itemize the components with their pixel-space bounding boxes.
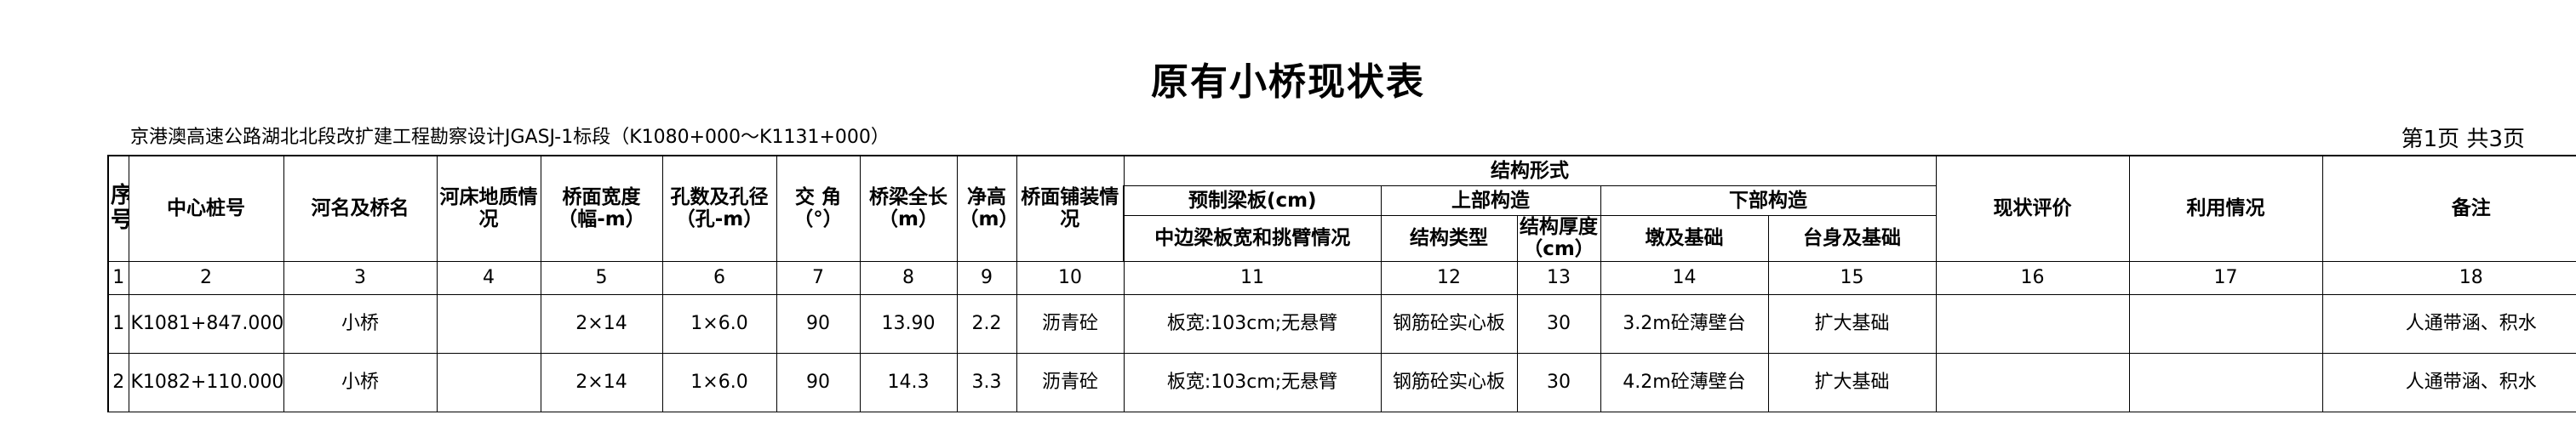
header-remarks: 备注 (2321, 154, 2576, 262)
cell-spans: 1×6.0 (661, 293, 777, 354)
header-clear-height: 净高（m） (956, 154, 1017, 262)
table-row: 1 K1081+847.000 小桥 2×14 1×6.0 90 13.90 2… (107, 293, 2576, 354)
header-slab-width-cantilever: 中边梁板宽和挑臂情况 (1123, 215, 1382, 262)
header-superstructure: 上部构造 (1380, 185, 1601, 216)
header-spans: 孔数及孔径（孔-m） (661, 154, 777, 262)
cell-seq: 1 (107, 293, 129, 354)
column-number: 3 (283, 260, 438, 295)
column-number: 1 (107, 260, 129, 295)
column-number: 13 (1516, 260, 1601, 295)
cell-evaluation (1935, 352, 2130, 412)
column-number: 16 (1935, 260, 2130, 295)
header-structure-type: 结构类型 (1380, 215, 1518, 262)
cell-remarks: 人通带涵、积水 (2321, 293, 2576, 354)
header-utilization: 利用情况 (2128, 154, 2323, 262)
cell-clear-height: 2.2 (956, 293, 1017, 354)
cell-pier: 3.2m砼薄壁台 (1600, 293, 1769, 354)
cell-abutment: 扩大基础 (1767, 293, 1937, 354)
column-number: 15 (1767, 260, 1937, 295)
cell-pavement: 沥青砼 (1016, 293, 1125, 354)
column-number: 5 (540, 260, 663, 295)
cell-remarks: 人通带涵、积水 (2321, 352, 2576, 412)
column-number-row: 1 2 3 4 5 6 7 8 9 10 11 12 13 14 15 16 1… (107, 260, 2576, 295)
cell-width: 2×14 (540, 352, 663, 412)
cell-angle: 90 (776, 352, 861, 412)
header-deck-width: 桥面宽度（幅-m） (540, 154, 663, 262)
cell-spans: 1×6.0 (661, 352, 777, 412)
project-subtitle: 京港澳高速公路湖北北段改扩建工程勘察设计JGASJ-1标段（K1080+000～… (130, 127, 890, 148)
header-structure-form: 结构形式 (1123, 155, 1937, 186)
header-skew-angle: 交 角（°） (776, 154, 861, 262)
column-number: 12 (1380, 260, 1518, 295)
page-title: 原有小桥现状表 (1151, 60, 1425, 104)
header-structure-thickness: 结构厚度（cm） (1516, 215, 1601, 262)
cell-thickness: 30 (1516, 352, 1601, 412)
cell-station: K1082+110.000 (128, 352, 284, 412)
header-seq: 序号 (107, 154, 129, 262)
cell-angle: 90 (776, 293, 861, 354)
header-deck-pavement: 桥面铺装情况 (1016, 154, 1125, 262)
cell-station: K1081+847.000 (128, 293, 284, 354)
header-precast-slab: 预制梁板(cm) (1123, 185, 1382, 216)
column-number: 9 (956, 260, 1017, 295)
column-number: 2 (128, 260, 284, 295)
header-river-bridge-name: 河名及桥名 (283, 154, 438, 262)
cell-slab: 板宽:103cm;无悬臂 (1123, 352, 1382, 412)
cell-pier: 4.2m砼薄壁台 (1600, 352, 1769, 412)
column-number: 17 (2128, 260, 2323, 295)
header-current-evaluation: 现状评价 (1935, 154, 2130, 262)
column-number: 8 (859, 260, 958, 295)
table-row: 2 K1082+110.000 小桥 2×14 1×6.0 90 14.3 3.… (107, 352, 2576, 412)
cell-abutment: 扩大基础 (1767, 352, 1937, 412)
cell-structure-type: 钢筋砼实心板 (1380, 293, 1518, 354)
column-number: 18 (2321, 260, 2576, 295)
column-number: 14 (1600, 260, 1769, 295)
cell-seq: 2 (107, 352, 129, 412)
cell-thickness: 30 (1516, 293, 1601, 354)
cell-length: 13.90 (859, 293, 958, 354)
header-row-1: 序号 中心桩号 河名及桥名 河床地质情况 桥面宽度（幅-m） 孔数及孔径（孔-m… (107, 154, 2576, 262)
cell-name: 小桥 (283, 352, 438, 412)
page-number: 第1页 共3页 (2401, 127, 2525, 152)
cell-utilization (2128, 352, 2323, 412)
column-number: 11 (1123, 260, 1382, 295)
bridge-status-table: 序号 中心桩号 河名及桥名 河床地质情况 桥面宽度（幅-m） 孔数及孔径（孔-m… (107, 154, 2576, 412)
cell-width: 2×14 (540, 293, 663, 354)
column-number: 10 (1016, 260, 1125, 295)
header-pier-foundation: 墩及基础 (1600, 215, 1769, 262)
column-number: 6 (661, 260, 777, 295)
header-abutment-foundation: 台身及基础 (1767, 215, 1937, 262)
cell-geology (436, 293, 541, 354)
cell-structure-type: 钢筋砼实心板 (1380, 352, 1518, 412)
cell-name: 小桥 (283, 293, 438, 354)
cell-slab: 板宽:103cm;无悬臂 (1123, 293, 1382, 354)
column-number: 4 (436, 260, 541, 295)
header-center-station: 中心桩号 (128, 154, 284, 262)
cell-pavement: 沥青砼 (1016, 352, 1125, 412)
cell-clear-height: 3.3 (956, 352, 1017, 412)
cell-evaluation (1935, 293, 2130, 354)
header-substructure: 下部构造 (1600, 185, 1937, 216)
cell-geology (436, 352, 541, 412)
column-number: 7 (776, 260, 861, 295)
cell-utilization (2128, 293, 2323, 354)
cell-length: 14.3 (859, 352, 958, 412)
header-riverbed-geology: 河床地质情况 (436, 154, 541, 262)
header-bridge-length: 桥梁全长（m） (859, 154, 958, 262)
